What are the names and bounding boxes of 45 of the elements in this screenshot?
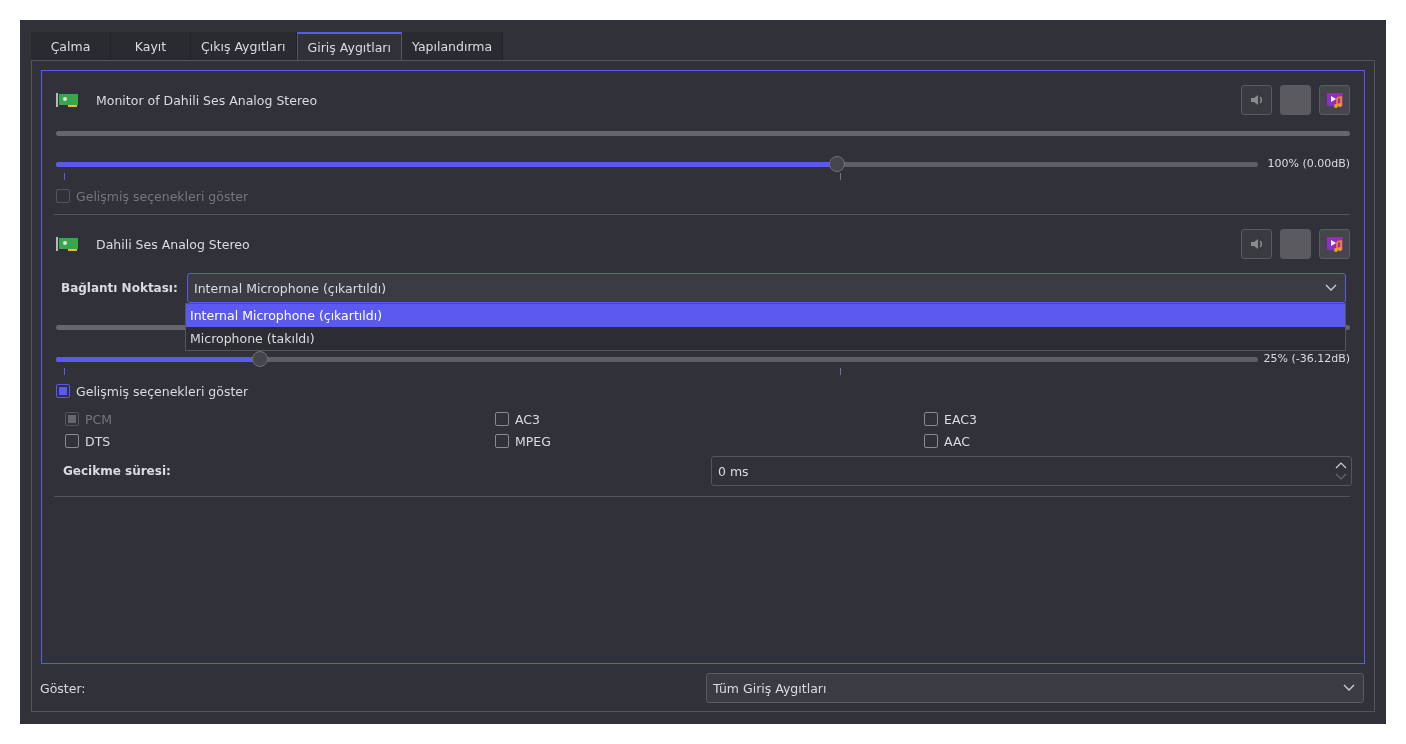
speaker-icon [1248,92,1265,108]
tab[interactable]: Çalma [31,32,111,60]
volume-reading: 25% (-36.12dB) [1262,351,1350,367]
volume-slider[interactable] [56,156,1258,180]
mute-button[interactable] [1241,229,1272,259]
dropdown-option[interactable]: Microphone (takıldı) [186,327,1345,350]
checkbox[interactable] [924,434,938,448]
show-dropdown[interactable]: Tüm Giriş Aygıtları [706,673,1364,703]
checkbox[interactable] [924,412,938,426]
show-label: Göster: [40,680,87,696]
checkbox-label: DTS [85,433,111,449]
checkbox-label: EAC3 [944,411,977,427]
caret-icon [1325,284,1337,292]
port-dropdown[interactable]: Internal Microphone (çıkartıldı) [187,273,1346,303]
volume-reading: 100% (0.00dB) [1266,156,1350,172]
device-name: Monitor of Dahili Ses Analog Stereo [96,92,318,108]
media-film-icon [1325,91,1344,109]
tab[interactable]: Giriş Aygıtları [296,32,402,60]
sound-card-icon [56,92,78,108]
volume-slider[interactable] [56,351,1258,375]
port-label: Bağlantı Noktası: [61,281,179,295]
speaker-icon [1248,236,1265,252]
checkbox-label: Gelişmiş seçenekleri göster [76,188,249,204]
tab[interactable]: Çıkış Aygıtları [191,32,297,60]
checkbox-label: PCM [85,411,113,427]
tab[interactable]: Yapılandırma [402,32,504,60]
checkbox[interactable] [495,412,509,426]
checkbox-label: AAC [944,433,970,449]
media-film-icon [1325,235,1344,253]
device-name: Dahili Ses Analog Stereo [96,236,250,252]
media-button[interactable] [1319,229,1350,259]
tab[interactable]: Kayıt [111,32,191,60]
checkbox[interactable] [495,434,509,448]
sound-card-icon [56,236,78,252]
checkbox[interactable] [65,434,79,448]
checkbox[interactable] [56,384,70,398]
checkbox-label: Gelişmiş seçenekleri göster [76,383,249,399]
dropdown-option[interactable]: Internal Microphone (çıkartıldı) [186,304,1345,327]
caret-icon [1343,684,1355,692]
mute-button[interactable] [1241,85,1272,115]
media-button[interactable] [1319,85,1350,115]
latency-spinbox[interactable]: 0 ms [711,456,1352,486]
checkbox-label: MPEG [515,433,551,449]
latency-label: Gecikme süresi: [63,464,172,478]
checkbox-label: AC3 [515,411,540,427]
